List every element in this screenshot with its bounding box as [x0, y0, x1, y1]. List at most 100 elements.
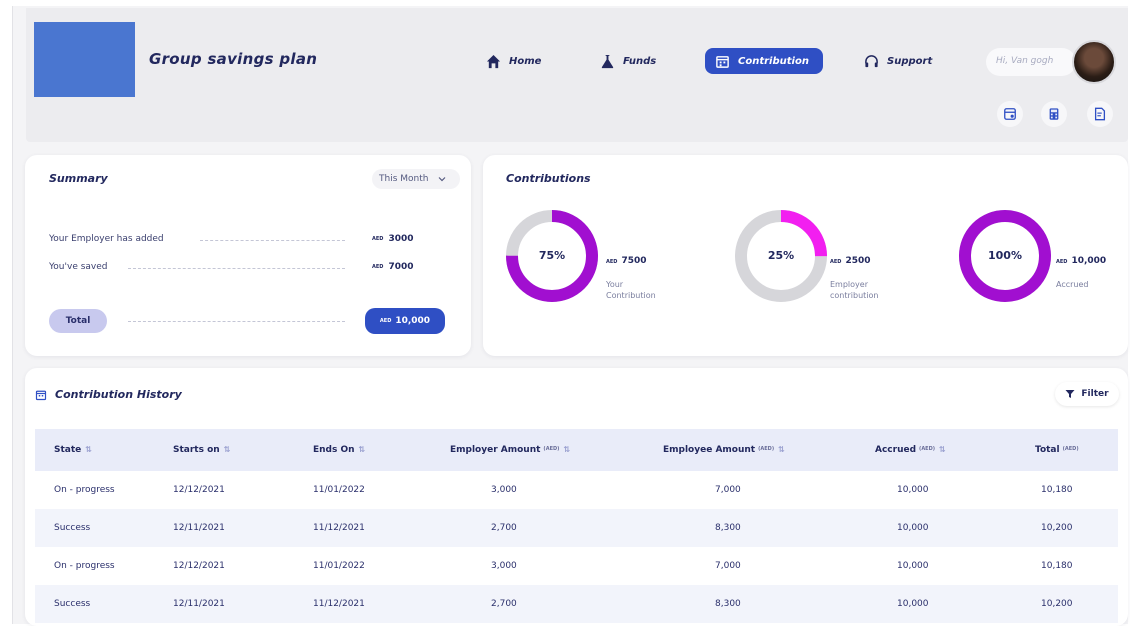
cell-employee-amount: 7,000	[715, 561, 741, 571]
col-header-employer-amount-label: Employer Amount	[450, 445, 541, 455]
total-dotted-leader	[128, 321, 345, 322]
summary-title: Summary	[49, 172, 108, 185]
col-header-accrued[interactable]: Accrued (AED) ⇅	[875, 445, 946, 455]
cell-starts-on: 12/11/2021	[173, 599, 225, 609]
col-header-state[interactable]: State ⇅	[54, 445, 92, 455]
nav-funds-label: Funds	[623, 55, 657, 67]
chevron-down-icon	[439, 177, 446, 182]
col-header-starts-on[interactable]: Starts on ⇅	[173, 445, 230, 455]
nav-support[interactable]: Support	[864, 48, 932, 74]
cell-employer-amount: 2,700	[491, 523, 517, 533]
period-select-value: This Month	[379, 174, 429, 184]
nav-support-label: Support	[887, 55, 933, 67]
your-contribution-caption: Your Contribution	[606, 279, 656, 301]
history-title: Contribution History	[55, 388, 182, 401]
saved-currency: AED	[372, 264, 384, 270]
period-select[interactable]: This Month	[372, 169, 460, 189]
document-edit-icon	[1094, 107, 1106, 121]
cell-ends-on: 11/12/2021	[313, 599, 365, 609]
accrued-amount-value: 10,000	[1071, 256, 1107, 266]
calendar-icon	[716, 55, 729, 68]
cell-state: Success	[54, 523, 91, 533]
col-header-currency: (AED)	[919, 446, 936, 452]
employer-contribution-caption-line2: contribution	[830, 291, 879, 300]
filter-icon	[1065, 390, 1075, 398]
user-greeting[interactable]: Hi, Van gogh	[986, 48, 1076, 76]
col-header-ends-on[interactable]: Ends On ⇅	[313, 445, 365, 455]
cell-state: On - progress	[54, 485, 115, 495]
headset-icon	[865, 54, 878, 67]
sort-icon: ⇅	[85, 445, 92, 454]
filter-button[interactable]: Filter	[1055, 382, 1119, 406]
logo[interactable]	[34, 22, 135, 97]
donut-your-contribution-percent: 75%	[538, 249, 566, 262]
cell-total: 10,180	[1041, 485, 1073, 495]
cell-employee-amount: 8,300	[715, 599, 741, 609]
saved-dotted-leader	[128, 268, 345, 269]
saved-amount-value: 7000	[388, 262, 414, 272]
col-header-currency: (AED)	[1062, 446, 1079, 452]
total-currency: AED	[379, 318, 392, 324]
table-row[interactable]: Success 12/11/2021 11/12/2021 2,700 8,30…	[35, 585, 1118, 623]
col-header-currency: (AED)	[543, 446, 560, 452]
contribution-history-card: Contribution History Filter State ⇅ Start…	[25, 368, 1128, 626]
your-contribution-amount-value: 7500	[621, 256, 647, 266]
col-header-employer-amount[interactable]: Employer Amount (AED) ⇅	[450, 445, 570, 455]
col-header-total-label: Total	[1035, 445, 1060, 455]
employer-contribution-currency: AED	[830, 259, 842, 265]
your-contribution-caption-line2: Contribution	[606, 291, 656, 300]
col-header-employee-amount[interactable]: Employee Amount (AED) ⇅	[663, 445, 785, 455]
calendar-icon	[35, 390, 47, 401]
contributions-card: Contributions 75% AED 7500 Your Contributi…	[483, 155, 1128, 356]
sort-icon: ⇅	[778, 445, 785, 454]
nav-funds[interactable]: Funds	[600, 48, 656, 74]
accrued-currency: AED	[1056, 259, 1068, 265]
cell-employer-amount: 3,000	[491, 485, 517, 495]
table-row[interactable]: On - progress 12/12/2021 11/01/2022 3,00…	[35, 547, 1118, 585]
total-amount-pill: AED 10,000	[365, 308, 445, 334]
calculator-icon	[1049, 108, 1059, 120]
employer-dotted-leader	[200, 240, 345, 241]
nav-home[interactable]: Home	[486, 48, 541, 74]
employer-added-label: Your Employer has added	[49, 234, 164, 244]
document-tool-button[interactable]	[1087, 101, 1113, 127]
saved-amount: AED 7000	[372, 262, 414, 272]
cell-employee-amount: 7,000	[715, 485, 741, 495]
card-icon	[1004, 108, 1016, 120]
employer-contribution-caption: Employer contribution	[830, 279, 878, 301]
sort-icon: ⇅	[223, 445, 231, 454]
card-tool-button[interactable]	[997, 101, 1023, 127]
donut-accrued-percent: 100%	[988, 249, 1022, 262]
accrued-caption: Accrued	[1056, 279, 1089, 290]
table-row[interactable]: On - progress 12/12/2021 11/01/2022 3,00…	[35, 471, 1118, 509]
your-contribution-amount: AED 7500	[606, 256, 647, 266]
nav-contribution[interactable]: Contribution	[705, 48, 823, 74]
col-header-currency: (AED)	[758, 446, 775, 452]
top-header: Group savings plan Home Funds Contributi…	[26, 8, 1128, 142]
user-avatar[interactable]	[1072, 40, 1116, 84]
cell-employer-amount: 2,700	[491, 599, 517, 609]
saved-label: You've saved	[49, 262, 108, 272]
cell-state: On - progress	[54, 561, 115, 571]
cell-starts-on: 12/12/2021	[173, 485, 225, 495]
calculator-tool-button[interactable]	[1041, 101, 1067, 127]
total-amount-value: 10,000	[395, 316, 431, 326]
cell-starts-on: 12/12/2021	[173, 561, 225, 571]
flask-icon	[601, 54, 614, 68]
cell-starts-on: 12/11/2021	[173, 523, 225, 533]
your-contribution-caption-line1: Your	[606, 280, 624, 289]
table-row[interactable]: Success 12/11/2021 11/12/2021 2,700 8,30…	[35, 509, 1118, 547]
accrued-caption-line1: Accrued	[1056, 280, 1089, 289]
nav-home-label: Home	[509, 55, 542, 67]
filter-label: Filter	[1081, 389, 1109, 399]
cell-ends-on: 11/12/2021	[313, 523, 365, 533]
cell-employee-amount: 8,300	[715, 523, 741, 533]
contributions-title: Contributions	[506, 172, 591, 185]
cell-ends-on: 11/01/2022	[313, 561, 365, 571]
col-header-total[interactable]: Total (AED)	[1035, 445, 1079, 455]
your-contribution-currency: AED	[606, 259, 618, 265]
donut-employer-contribution-percent: 25%	[767, 249, 795, 262]
cell-accrued: 10,000	[897, 599, 929, 609]
col-header-accrued-label: Accrued	[875, 445, 917, 455]
cell-accrued: 10,000	[897, 561, 929, 571]
